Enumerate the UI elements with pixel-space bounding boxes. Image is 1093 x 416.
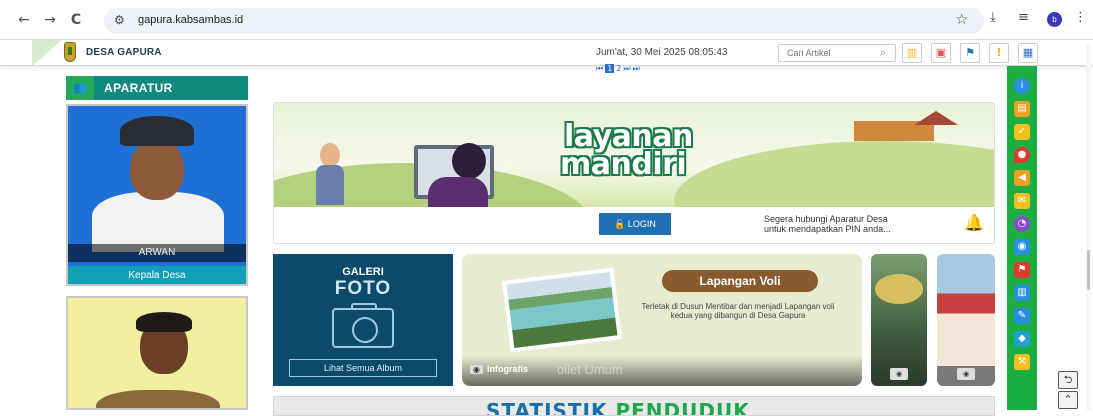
camera-icon: ◉ [470, 365, 483, 374]
uniform [96, 390, 220, 408]
site-settings-icon[interactable]: ⚙ [114, 13, 125, 27]
foto-label: FOTO [334, 278, 392, 299]
next-page-icon[interactable]: ⏭ [623, 64, 630, 74]
grid-icon[interactable]: ▦ [1018, 43, 1038, 63]
aparatur-card[interactable] [66, 296, 248, 410]
hair [136, 312, 192, 332]
aparatur-name: ARWAN [68, 244, 246, 262]
thumbnail-graphic [875, 274, 923, 304]
site-name[interactable]: DESA GAPURA [86, 47, 162, 58]
pie-chart-icon[interactable]: ◔ [1014, 216, 1030, 232]
camera-icon: ◉ [890, 368, 908, 380]
woman-illustration [452, 143, 486, 179]
aparatur-card[interactable]: ARWAN Kepala Desa [66, 104, 248, 286]
download-icon[interactable]: ⤓ [990, 10, 996, 25]
scrollbar-thumb[interactable] [1087, 250, 1090, 290]
gavel-icon[interactable]: ⚒ [1014, 354, 1030, 370]
banner-title-line2: mandiri [560, 147, 687, 182]
pencil-icon[interactable]: ✎ [1014, 308, 1030, 324]
person-illustration [320, 143, 340, 167]
chart-icon[interactable]: ▤ [1014, 101, 1030, 117]
statistik-title-part: STATISTIK [486, 399, 616, 416]
bookmark-star-icon[interactable]: ☆ [955, 12, 968, 28]
infografis-label-text: Infografis [486, 364, 528, 374]
aparatur-header: 👥 APARATUR [66, 76, 248, 100]
current-datetime: Jum'at, 30 Mei 2025 08:05:43 [596, 47, 728, 58]
infografis-title: Lapangan Voli [662, 270, 818, 292]
camera-icon[interactable]: ◉ [1014, 239, 1030, 255]
search-icon[interactable]: ⌕ [880, 46, 886, 60]
ghost-caption: oilet Umum [557, 362, 623, 377]
back-icon[interactable]: ⮌ [1058, 371, 1078, 389]
bar-chart-icon[interactable]: ▥ [902, 43, 922, 63]
last-page-icon[interactable]: ⏭ [633, 64, 640, 74]
profile-avatar[interactable]: b [1047, 12, 1062, 27]
banner-title: layanan mandiri [560, 122, 693, 180]
login-button[interactable]: 🔓 LOGIN [599, 213, 671, 235]
reading-list-icon[interactable]: ≡ [1018, 10, 1029, 25]
statistik-penduduk-section: STATISTIK PENDUDUK [273, 396, 995, 416]
aparatur-role: Kepala Desa [68, 266, 246, 284]
statistik-title: STATISTIK PENDUDUK [486, 399, 750, 416]
volleyball-court-photo [502, 267, 622, 353]
roof-illustration [914, 111, 958, 125]
checklist-icon[interactable]: ✓ [1014, 124, 1030, 140]
gallery-thumbnail[interactable]: ◉ [871, 254, 927, 386]
layanan-mandiri-banner[interactable]: layanan mandiri 🔓 LOGIN Segera hubungi A… [273, 102, 995, 244]
address-bar[interactable]: ⚙ gapura.kabsambas.id ☆ [104, 8, 984, 34]
person-illustration [316, 165, 344, 205]
page-link[interactable]: 1 [605, 64, 615, 73]
stats-icon[interactable]: ▥ [1014, 285, 1030, 301]
pin-info: Segera hubungi Aparatur Desa untuk menda… [764, 214, 891, 234]
header-decoration [32, 40, 62, 66]
location-pin-icon[interactable]: ● [1014, 147, 1030, 163]
pin-info-line: untuk mendapatkan PIN anda... [764, 224, 891, 234]
search-input[interactable] [778, 44, 896, 62]
login-icon: 🔓 [614, 219, 628, 229]
site-header: DESA GAPURA Jum'at, 30 Mei 2025 08:05:43… [0, 40, 1093, 66]
right-sidebar: i ▤ ✓ ● ◀ ✉ ◔ ◉ ⚑ ▥ ✎ ◆ ⚒ [1007, 66, 1037, 410]
url-text[interactable]: gapura.kabsambas.id [138, 14, 243, 26]
official-cap [120, 116, 194, 146]
infografis-label: ◉ Infografis [470, 364, 528, 374]
person-photo [130, 138, 184, 200]
scroll-top-icon[interactable]: ⌃ [1058, 391, 1078, 409]
mail-icon[interactable]: ✉ [1014, 193, 1030, 209]
browser-menu-icon[interactable]: ⋮ [1074, 10, 1087, 25]
scrollbar[interactable] [1086, 44, 1091, 410]
pin-info-line: Segera hubungi Aparatur Desa [764, 214, 888, 224]
page-link[interactable]: 2 [616, 64, 621, 73]
map-icon[interactable]: ⚑ [960, 43, 980, 63]
browser-toolbar: ← → C ⚙ gapura.kabsambas.id ☆ ⤓ ≡ b ⋮ [0, 0, 1093, 40]
pagination: ⏮ 1 2 ⏭ ⏭ [596, 64, 642, 74]
aparatur-title: APARATUR [104, 81, 173, 95]
exclamation-icon[interactable]: ! [989, 43, 1009, 63]
cube-icon[interactable]: ◆ [1014, 331, 1030, 347]
megaphone-icon[interactable]: ◀ [1014, 170, 1030, 186]
galeri-foto-card[interactable]: GALERI FOTO Lihat Semua Album [273, 254, 453, 386]
view-all-albums-button[interactable]: Lihat Semua Album [289, 359, 437, 377]
back-arrow-icon[interactable]: ← [14, 10, 34, 30]
forward-arrow-icon[interactable]: → [40, 10, 60, 30]
village-logo[interactable] [64, 42, 76, 62]
lock-icon[interactable]: ▣ [931, 43, 951, 63]
camera-icon: ◉ [957, 368, 975, 380]
uniform [92, 192, 224, 252]
flag-icon[interactable]: ⚑ [1014, 262, 1030, 278]
gallery-thumbnail[interactable]: ◉ [937, 254, 995, 386]
camera-icon [332, 303, 394, 348]
reload-icon[interactable]: C [66, 10, 86, 30]
galeri-label: GALERI [342, 266, 384, 278]
bell-icon[interactable]: 🔔 [964, 213, 984, 232]
info-icon[interactable]: i [1014, 78, 1030, 94]
statistik-title-part: PENDUDUK [615, 399, 750, 416]
users-icon: 👥 [66, 76, 94, 100]
login-label: LOGIN [627, 219, 656, 229]
infografis-description: Terletak di Dusun Mentibar dan menjadi L… [641, 302, 835, 320]
first-page-icon[interactable]: ⏮ [596, 64, 603, 74]
infografis-card[interactable]: Lapangan Voli Terletak di Dusun Mentibar… [462, 254, 862, 386]
